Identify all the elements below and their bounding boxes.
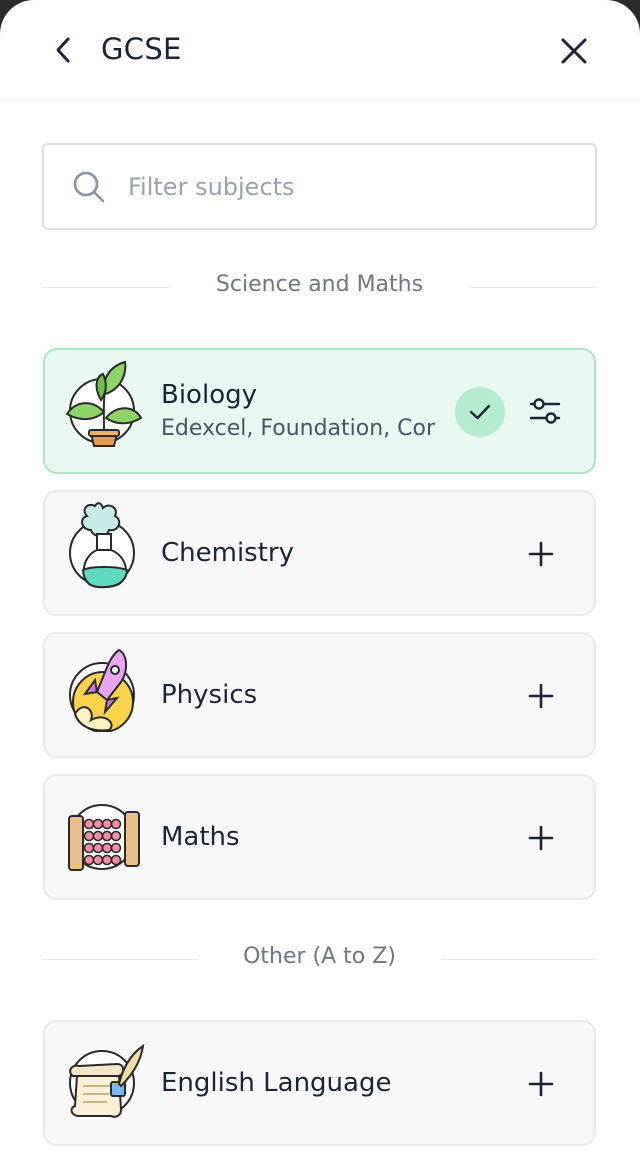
subject-card-chemistry[interactable]: Chemistry [43, 490, 596, 616]
close-icon [561, 38, 587, 64]
rocket-icon [72, 648, 134, 732]
subject-thumb [69, 502, 135, 589]
close-button[interactable] [553, 30, 595, 72]
subject-thumb [69, 1043, 145, 1118]
section-label: Other (A to Z) [243, 944, 396, 969]
subject-name: Chemistry [161, 538, 294, 568]
flask-icon [81, 502, 129, 589]
scroll-quill-icon [69, 1043, 145, 1118]
back-button[interactable] [44, 30, 84, 70]
search-box[interactable] [42, 143, 597, 230]
chevron-left-icon [56, 37, 70, 63]
plus-icon [528, 825, 554, 851]
subject-thumb [65, 360, 143, 447]
search-input[interactable] [128, 163, 568, 211]
divider [441, 959, 597, 960]
abacus-icon [68, 811, 140, 871]
add-subject-button[interactable] [519, 816, 563, 860]
plus-icon [528, 541, 554, 567]
search-icon [73, 171, 105, 203]
add-subject-button[interactable] [519, 532, 563, 576]
subject-card-biology[interactable]: Biology Edexcel, Foundation, Combined Sc… [43, 348, 596, 474]
settings-sliders-icon [529, 398, 561, 424]
subject-thumb [68, 804, 140, 871]
subject-picker-sheet: GCSE Science and Maths [0, 0, 640, 1152]
subject-card-physics[interactable]: Physics [43, 632, 596, 758]
section-label: Science and Maths [215, 272, 424, 297]
section-header-science-maths: Science and Maths [42, 272, 597, 302]
divider [469, 287, 597, 288]
subject-detail: Edexcel, Foundation, Combined Science [161, 416, 435, 441]
subject-settings-button[interactable] [525, 391, 565, 431]
subject-name: Maths [161, 822, 240, 852]
subject-thumb [69, 648, 135, 732]
plus-icon [528, 1071, 554, 1097]
plus-icon [528, 683, 554, 709]
subject-name: English Language [161, 1068, 392, 1098]
plant-icon [65, 360, 143, 447]
subject-card-english-language[interactable]: English Language [43, 1020, 596, 1146]
section-header-other: Other (A to Z) [42, 944, 597, 974]
subject-name: Physics [161, 680, 258, 710]
add-subject-button[interactable] [519, 674, 563, 718]
header: GCSE [0, 0, 640, 100]
subject-name: Biology [161, 380, 257, 410]
subject-card-maths[interactable]: Maths [43, 774, 596, 900]
add-subject-button[interactable] [519, 1062, 563, 1106]
selected-badge [455, 387, 505, 437]
page-title: GCSE [101, 32, 182, 66]
check-icon [469, 404, 491, 420]
